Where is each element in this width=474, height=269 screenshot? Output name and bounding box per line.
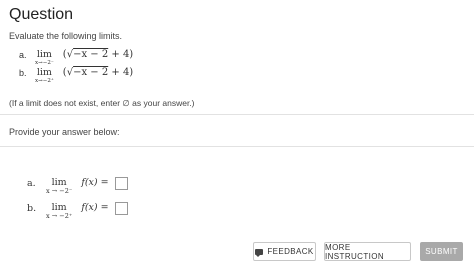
function-expression: f(x) =	[81, 177, 109, 188]
function-expression: f(x) =	[81, 202, 109, 213]
limit-part-b: b. lim x→−2⁺ (√−x − 2 + 4)	[19, 67, 134, 85]
more-instruction-button[interactable]: MORE INSTRUCTION	[324, 242, 411, 261]
section-divider	[0, 146, 474, 147]
submit-button[interactable]: SUBMIT	[420, 242, 463, 261]
limit-operator: lim x→−2⁺	[35, 67, 54, 85]
limit-operator: lim x → −2⁺	[46, 202, 73, 220]
limit-expression: (√−x − 2 + 4)	[62, 49, 134, 60]
limit-expression: (√−x − 2 + 4)	[62, 67, 134, 78]
section-divider	[0, 114, 474, 115]
limit-part-a: a. lim x→−2⁻ (√−x − 2 + 4)	[19, 49, 134, 67]
answer-input-a[interactable]	[114, 177, 128, 190]
limit-operator: lim x→−2⁻	[35, 49, 54, 67]
answer-input-b[interactable]	[114, 202, 128, 215]
answer-prompt: Provide your answer below:	[9, 127, 120, 137]
feedback-button[interactable]: FEEDBACK	[253, 242, 316, 261]
question-title: Question	[9, 6, 74, 23]
part-label: a.	[19, 50, 27, 60]
answer-row-a: a. lim x → −2⁻ f(x) =	[27, 177, 128, 195]
answer-label: b.	[27, 203, 37, 214]
limit-operator: lim x → −2⁻	[46, 177, 73, 195]
answer-label: a.	[27, 178, 36, 189]
instruction-note: (If a limit does not exist, enter ∅ as y…	[9, 98, 195, 108]
part-label: b.	[19, 68, 27, 78]
answer-row-b: b. lim x → −2⁺ f(x) =	[27, 202, 128, 220]
question-intro: Evaluate the following limits.	[9, 31, 123, 41]
feedback-label: FEEDBACK	[267, 247, 314, 256]
speech-bubble-icon	[255, 248, 264, 257]
